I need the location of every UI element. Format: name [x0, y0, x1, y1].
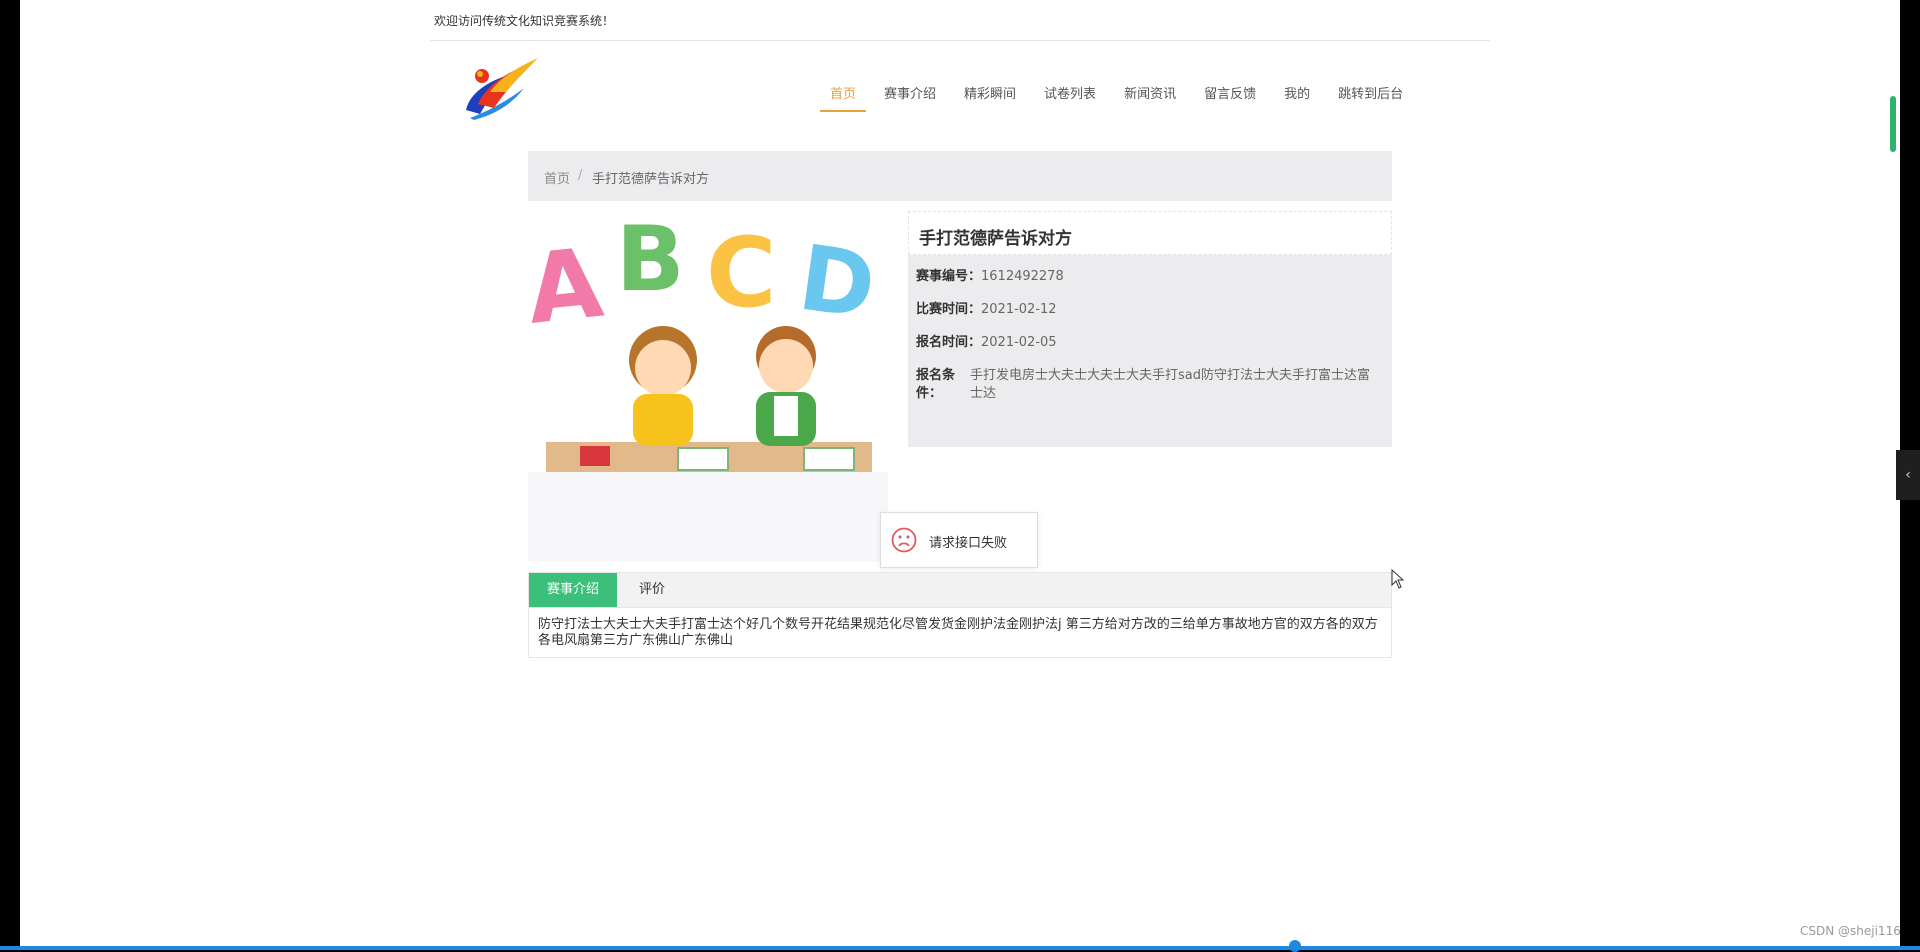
signup-condition-label: 报名条件： — [916, 368, 956, 401]
match-time-row: 比赛时间：2021-02-12 — [916, 298, 1057, 317]
match-time-label: 比赛时间： — [916, 302, 982, 317]
nav-feedback[interactable]: 留言反馈 — [1194, 78, 1266, 112]
breadcrumb-home[interactable]: 首页 — [544, 168, 570, 187]
match-time-value: 2021-02-12 — [981, 302, 1057, 317]
tab-content: 防守打法士大夫士大夫手打富士达个好几个数号开花结果规范化尽管发货金刚护法金刚护法… — [528, 608, 1392, 658]
detail-tabs: 赛事介绍 评价 — [528, 572, 1392, 608]
top-welcome-bar: 欢迎访问传统文化知识竞赛系统！ — [430, 8, 1490, 41]
welcome-text: 欢迎访问传统文化知识竞赛系统！ — [434, 14, 615, 28]
contest-info-panel: 赛事编号：1612492278 比赛时间：2021-02-12 报名时间：202… — [908, 255, 1392, 447]
nav-highlights[interactable]: 精彩瞬间 — [954, 78, 1026, 112]
signup-time-label: 报名时间： — [916, 335, 982, 350]
letter-d: D — [793, 226, 882, 340]
nav-news[interactable]: 新闻资讯 — [1114, 78, 1186, 112]
breadcrumb-separator: / — [578, 168, 583, 183]
signup-condition-value: 手打发电房士大夫士大夫士大夫手打sad防守打法士大夫手打富士达富士达 — [970, 368, 1370, 401]
sad-face-icon — [891, 527, 917, 553]
site-logo[interactable] — [460, 52, 542, 122]
nav-mine[interactable]: 我的 — [1274, 78, 1320, 112]
main-nav: 首页 赛事介绍 精彩瞬间 试卷列表 新闻资讯 留言反馈 我的 跳转到后台 — [820, 78, 1421, 112]
signup-time-value: 2021-02-05 — [981, 335, 1057, 350]
side-panel-toggle-chevron-left-icon[interactable]: ‹ — [1896, 450, 1920, 500]
tab-contest-intro[interactable]: 赛事介绍 — [529, 573, 618, 607]
watermark-text: CSDN @sheji116 — [1800, 924, 1901, 938]
toast-message: 请求接口失败 — [929, 536, 1008, 551]
contest-cover-image: A B C D — [528, 210, 888, 562]
mouse-cursor-icon — [1391, 569, 1405, 589]
letter-b: B — [616, 210, 685, 312]
signup-time-row: 报名时间：2021-02-05 — [916, 331, 1057, 350]
letter-c: C — [706, 217, 776, 329]
breadcrumb: 首页 / 手打范德萨告诉对方 — [528, 151, 1392, 201]
contest-title-box: 手打范德萨告诉对方 — [908, 211, 1392, 255]
nav-admin[interactable]: 跳转到后台 — [1328, 78, 1413, 112]
contest-number-value: 1612492278 — [981, 269, 1064, 284]
scrollbar-thumb[interactable] — [1890, 96, 1896, 152]
contest-title: 手打范德萨告诉对方 — [919, 229, 1072, 249]
nav-contest-intro[interactable]: 赛事介绍 — [874, 78, 946, 112]
progress-handle[interactable] — [1289, 940, 1301, 952]
breadcrumb-current: 手打范德萨告诉对方 — [592, 172, 710, 187]
page-viewport: 欢迎访问传统文化知识竞赛系统！ 首页 赛事介绍 精彩瞬间 试卷列表 新闻资讯 留… — [20, 0, 1900, 950]
tab-review[interactable]: 评价 — [621, 573, 683, 607]
contest-number-row: 赛事编号：1612492278 — [916, 265, 1064, 284]
nav-home[interactable]: 首页 — [820, 78, 867, 112]
letter-a: A — [528, 227, 608, 346]
error-toast: 请求接口失败 — [880, 512, 1038, 568]
nav-paper-list[interactable]: 试卷列表 — [1034, 78, 1106, 112]
contest-number-label: 赛事编号： — [916, 269, 982, 284]
bottom-progress-bar — [0, 946, 1920, 950]
